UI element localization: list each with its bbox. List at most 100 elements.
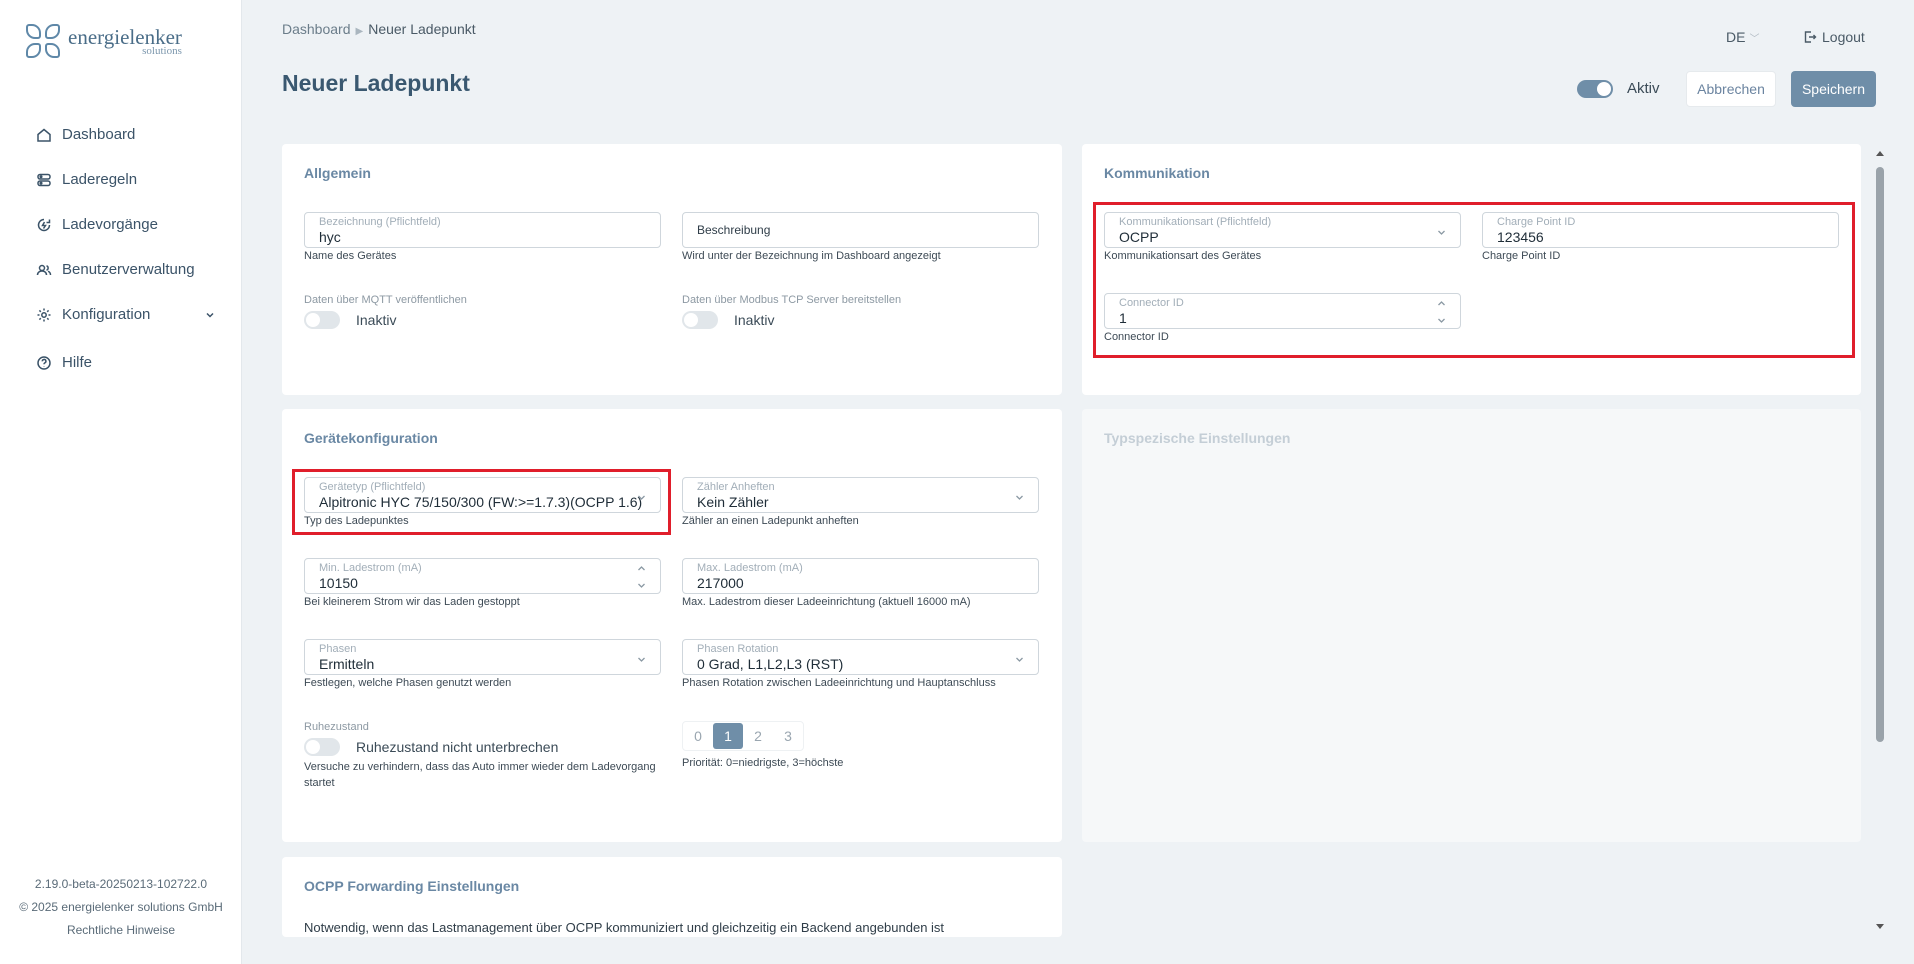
field-value: 217000 bbox=[697, 575, 744, 591]
rest-label: Ruhezustand bbox=[304, 721, 369, 733]
sidebar-item-label: Dashboard bbox=[62, 126, 136, 143]
sidebar-item-hilfe[interactable]: Hilfe bbox=[36, 340, 216, 385]
phases-select[interactable]: Phasen Ermitteln bbox=[304, 639, 661, 675]
mqtt-state: Inaktiv bbox=[356, 312, 397, 328]
device-type-select[interactable]: Gerätetyp (Pflichtfeld) Alpitronic HYC 7… bbox=[304, 477, 661, 513]
priority-option[interactable]: 0 bbox=[683, 722, 713, 750]
field-value: hyc bbox=[319, 229, 341, 245]
field-hint: Typ des Ladepunktes bbox=[304, 515, 409, 527]
priority-option[interactable]: 2 bbox=[743, 722, 773, 750]
communication-type-select[interactable]: Kommunikationsart (Pflichtfeld) OCPP bbox=[1104, 212, 1461, 248]
phase-rotation-select[interactable]: Phasen Rotation 0 Grad, L1,L2,L3 (RST) bbox=[682, 639, 1039, 675]
chevron-down-icon bbox=[637, 651, 646, 662]
home-icon bbox=[37, 128, 51, 142]
field-label: Phasen bbox=[319, 643, 357, 655]
rest-toggle[interactable] bbox=[304, 738, 340, 756]
sidebar-footer: 2.19.0-beta-20250213-102722.0 © 2025 ene… bbox=[0, 873, 242, 942]
modbus-label: Daten über Modbus TCP Server bereitstell… bbox=[682, 294, 902, 306]
connector-id-stepper[interactable]: Connector ID 1 bbox=[1104, 293, 1461, 329]
field-label: Charge Point ID bbox=[1497, 216, 1576, 228]
modbus-toggle-row: Inaktiv bbox=[682, 311, 774, 329]
ocpp-forwarding-description: Notwendig, wenn das Lastmanagement über … bbox=[304, 920, 945, 935]
card-typspezifisch: Typspezische Einstellungen bbox=[1082, 409, 1861, 842]
scrollbar-thumb[interactable] bbox=[1876, 167, 1884, 742]
max-current-field[interactable]: Max. Ladestrom (mA) 217000 bbox=[682, 558, 1039, 594]
logout-label: Logout bbox=[1822, 29, 1865, 45]
field-hint: Name des Gerätes bbox=[304, 250, 397, 262]
stepper-arrows[interactable] bbox=[1437, 300, 1446, 324]
sidebar-item-label: Konfiguration bbox=[62, 306, 151, 323]
meter-select[interactable]: Zähler Anheften Kein Zähler bbox=[682, 477, 1039, 513]
priority-hint: Priorität: 0=niedrigste, 3=höchste bbox=[682, 757, 844, 769]
field-value: 1 bbox=[1119, 310, 1127, 326]
field-label: Bezeichnung (Pflichtfeld) bbox=[319, 216, 441, 228]
chevron-down-icon bbox=[1015, 651, 1024, 662]
field-label: Gerätetyp (Pflichtfeld) bbox=[319, 481, 426, 493]
logout-icon bbox=[1804, 31, 1817, 43]
field-label: Max. Ladestrom (mA) bbox=[697, 562, 803, 574]
min-current-stepper[interactable]: Min. Ladestrom (mA) 10150 bbox=[304, 558, 661, 594]
scroll-up-icon[interactable] bbox=[1876, 151, 1884, 156]
breadcrumb-separator-icon: ▶ bbox=[355, 26, 364, 37]
card-title: Typspezische Einstellungen bbox=[1104, 430, 1291, 446]
card-ocpp-forwarding: OCPP Forwarding Einstellungen Notwendig,… bbox=[282, 857, 1062, 937]
sidebar-item-konfiguration[interactable]: Konfiguration bbox=[36, 292, 216, 337]
charging-icon bbox=[37, 218, 51, 231]
active-toggle[interactable] bbox=[1577, 80, 1613, 98]
chevron-down-icon bbox=[1438, 318, 1445, 323]
field-hint: Kommunikationsart des Gerätes bbox=[1104, 250, 1262, 262]
sidebar-item-laderegeln[interactable]: Laderegeln bbox=[36, 157, 216, 202]
field-value: 10150 bbox=[319, 575, 358, 591]
help-icon bbox=[37, 355, 51, 370]
priority-option-selected[interactable]: 1 bbox=[713, 723, 743, 749]
modbus-state: Inaktiv bbox=[734, 312, 775, 328]
field-hint: Connector ID bbox=[1104, 331, 1169, 343]
sidebar-item-label: Ladevorgänge bbox=[62, 216, 158, 233]
field-value: 123456 bbox=[1497, 229, 1544, 245]
sidebar-item-benutzerverwaltung[interactable]: Benutzerverwaltung bbox=[36, 247, 216, 292]
priority-selector: 0 1 2 3 bbox=[682, 721, 804, 751]
breadcrumb-home[interactable]: Dashboard bbox=[282, 21, 351, 37]
brand-logo[interactable]: energielenker solutions bbox=[26, 24, 182, 60]
field-hint: Bei kleinerem Strom wir das Laden gestop… bbox=[304, 596, 520, 608]
chevron-down-icon bbox=[1437, 224, 1446, 235]
gear-icon bbox=[37, 308, 51, 321]
sidebar-item-label: Hilfe bbox=[62, 354, 93, 371]
chevron-down-icon bbox=[637, 489, 646, 500]
save-button[interactable]: Speichern bbox=[1791, 71, 1876, 107]
card-kommunikation: Kommunikation Kommunikationsart (Pflicht… bbox=[1082, 144, 1861, 395]
legal-link[interactable]: Rechtliche Hinweise bbox=[0, 919, 242, 942]
active-label: Aktiv bbox=[1627, 80, 1660, 97]
field-hint: Max. Ladestrom dieser Ladeeinrichtung (a… bbox=[682, 596, 971, 608]
chevron-up-icon bbox=[638, 566, 645, 571]
sidebar-nav: Dashboard Laderegeln Ladevorgänge Benutz… bbox=[36, 112, 216, 385]
content-scrollbar[interactable] bbox=[1873, 145, 1887, 935]
sidebar-item-dashboard[interactable]: Dashboard bbox=[36, 112, 216, 157]
field-value: Kein Zähler bbox=[697, 494, 769, 510]
logout-button[interactable]: Logout bbox=[1803, 29, 1865, 45]
breadcrumb: Dashboard ▶ Neuer Ladepunkt bbox=[282, 21, 476, 37]
description-field[interactable]: Beschreibung bbox=[682, 212, 1039, 248]
field-hint: Charge Point ID bbox=[1482, 250, 1561, 262]
field-label: Zähler Anheften bbox=[697, 481, 775, 493]
field-label: Connector ID bbox=[1119, 297, 1184, 309]
language-select[interactable]: DE ﹀ bbox=[1726, 29, 1759, 45]
stepper-arrows[interactable] bbox=[637, 565, 646, 589]
card-geraetekonfiguration: Gerätekonfiguration Gerätetyp (Pflichtfe… bbox=[282, 409, 1062, 842]
logo-icon bbox=[26, 24, 62, 60]
scroll-down-icon[interactable] bbox=[1876, 924, 1884, 929]
chevron-down-icon bbox=[206, 312, 214, 318]
charge-point-id-field[interactable]: Charge Point ID 123456 bbox=[1482, 212, 1839, 248]
field-hint: Phasen Rotation zwischen Ladeeinrichtung… bbox=[682, 677, 996, 689]
card-allgemein: Allgemein Bezeichnung (Pflichtfeld) hyc … bbox=[282, 144, 1062, 395]
cancel-button[interactable]: Abbrechen bbox=[1686, 71, 1776, 107]
field-label: Kommunikationsart (Pflichtfeld) bbox=[1119, 216, 1272, 228]
field-hint: Festlegen, welche Phasen genutzt werden bbox=[304, 677, 512, 689]
sidebar-item-ladevorgaenge[interactable]: Ladevorgänge bbox=[36, 202, 216, 247]
name-field[interactable]: Bezeichnung (Pflichtfeld) hyc bbox=[304, 212, 661, 248]
mqtt-toggle[interactable] bbox=[304, 311, 340, 329]
card-title: Kommunikation bbox=[1104, 165, 1210, 181]
priority-option[interactable]: 3 bbox=[773, 722, 803, 750]
chevron-up-icon bbox=[1438, 301, 1445, 306]
modbus-toggle[interactable] bbox=[682, 311, 718, 329]
